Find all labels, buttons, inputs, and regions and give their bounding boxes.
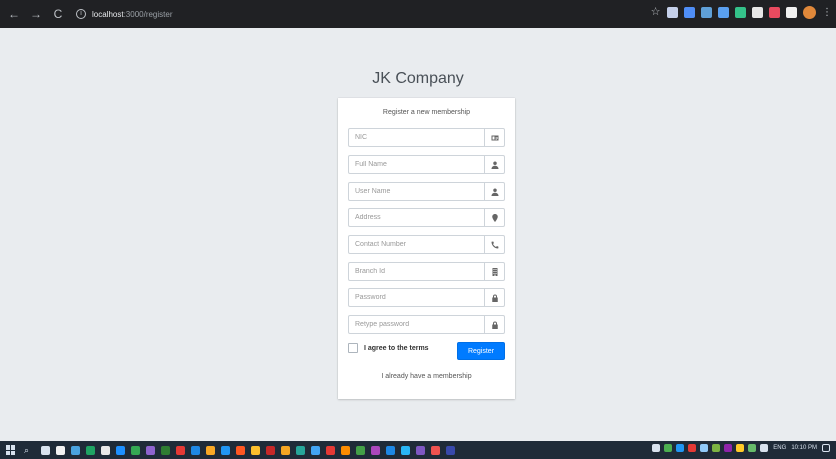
taskbar-app-icon[interactable] [146, 445, 155, 455]
lock-icon [484, 316, 504, 333]
register-card: Register a new membership NIC Full Name … [338, 98, 515, 399]
forward-icon[interactable]: → [28, 6, 44, 22]
extensions-area: ☆ ⋮ [650, 6, 832, 19]
map-marker-icon [484, 209, 504, 226]
taskbar-app-icon[interactable] [446, 445, 455, 455]
tray-icons [652, 444, 769, 452]
taskbar-app-icon[interactable] [56, 445, 65, 455]
taskbar-app-icon[interactable] [101, 445, 110, 455]
contact-number-input[interactable] [349, 236, 484, 253]
taskbar-app-icon[interactable] [161, 445, 170, 455]
tray-icon[interactable] [724, 444, 733, 452]
taskbar-app-icon[interactable] [431, 445, 440, 455]
branch-id-input[interactable] [349, 263, 484, 280]
tray-icon[interactable] [664, 444, 673, 452]
taskbar-app-icon[interactable] [41, 445, 50, 455]
user-icon [484, 156, 504, 173]
windows-start-icon[interactable] [6, 445, 16, 455]
agree-terms-label[interactable]: I agree to the terms [364, 345, 429, 352]
extension-icon[interactable] [786, 7, 797, 18]
tray-icon[interactable] [676, 444, 685, 452]
extension-icon[interactable] [769, 7, 780, 18]
extension-icon[interactable] [752, 7, 763, 18]
register-button[interactable]: Register [457, 342, 505, 360]
password-input[interactable] [349, 289, 484, 306]
taskbar-app-icon[interactable] [371, 445, 380, 455]
taskbar-app-icon[interactable] [86, 445, 95, 455]
taskbar-app-icon[interactable] [386, 445, 395, 455]
browser-menu-icon[interactable]: ⋮ [822, 7, 832, 18]
taskbar-app-icon[interactable] [71, 445, 80, 455]
retype-password-input[interactable] [349, 316, 484, 333]
notification-icon[interactable] [822, 444, 830, 452]
retype-password-field [348, 315, 505, 334]
reload-icon[interactable]: C [50, 6, 66, 22]
tray-icon[interactable] [748, 444, 757, 452]
taskbar-app-icon[interactable] [281, 445, 290, 455]
taskbar-app-icon[interactable] [236, 445, 245, 455]
tray-icon[interactable] [736, 444, 745, 452]
brand-title: JK Company [372, 70, 464, 87]
clock[interactable]: 10:10 PM [791, 445, 817, 451]
address-field [348, 208, 505, 227]
tray-icon[interactable] [712, 444, 721, 452]
language-indicator[interactable]: ENG [773, 445, 786, 451]
login-link[interactable]: I already have a membership [338, 373, 515, 380]
back-icon[interactable]: ← [6, 6, 22, 22]
agree-terms: I agree to the terms [348, 343, 429, 353]
agree-terms-checkbox[interactable] [348, 343, 358, 353]
nic-input[interactable] [349, 129, 484, 146]
taskbar-app-icon[interactable] [296, 445, 305, 455]
taskbar-search-icon[interactable]: ⌕ [24, 445, 32, 456]
user-icon [484, 183, 504, 200]
taskbar-app-icon[interactable] [221, 445, 230, 455]
tray-icon[interactable] [652, 444, 661, 452]
taskbar-app-icon[interactable] [356, 445, 365, 455]
url-host: localhost [92, 9, 124, 19]
full-name-field [348, 155, 505, 174]
id-card-icon [484, 129, 504, 146]
taskbar-app-icon[interactable] [401, 445, 410, 455]
extension-icon[interactable] [667, 7, 678, 18]
site-info-icon[interactable]: i [76, 9, 86, 19]
taskbar-app-icon[interactable] [416, 445, 425, 455]
taskbar-app-icon[interactable] [311, 445, 320, 455]
extension-icon[interactable] [701, 7, 712, 18]
taskbar-app-icon[interactable] [266, 445, 275, 455]
tray-icon[interactable] [700, 444, 709, 452]
branch-id-field [348, 262, 505, 281]
taskbar-app-icon[interactable] [191, 445, 200, 455]
extension-icon[interactable] [718, 7, 729, 18]
system-tray: ENG 10:10 PM [652, 444, 830, 452]
taskbar-app-icon[interactable] [131, 445, 140, 455]
building-icon [484, 263, 504, 280]
taskbar-app-icon[interactable] [341, 445, 350, 455]
password-field [348, 288, 505, 307]
taskbar-apps [41, 445, 461, 455]
url-path: :3000/register [123, 9, 173, 19]
nic-field [348, 128, 505, 147]
taskbar-app-icon[interactable] [206, 445, 215, 455]
taskbar-app-icon[interactable] [251, 445, 260, 455]
lock-icon [484, 289, 504, 306]
taskbar: ⌕ ENG 10:10 PM [0, 441, 836, 459]
taskbar-app-icon[interactable] [176, 445, 185, 455]
taskbar-app-icon[interactable] [116, 445, 125, 455]
bookmark-star-icon[interactable]: ☆ [650, 7, 661, 18]
full-name-input[interactable] [349, 156, 484, 173]
tray-icon[interactable] [688, 444, 697, 452]
extension-icon[interactable] [684, 7, 695, 18]
tray-icon[interactable] [760, 444, 769, 452]
phone-icon [484, 236, 504, 253]
user-name-field [348, 182, 505, 201]
user-name-input[interactable] [349, 183, 484, 200]
address-input[interactable] [349, 209, 484, 226]
taskbar-app-icon[interactable] [326, 445, 335, 455]
extension-icon[interactable] [735, 7, 746, 18]
profile-avatar[interactable] [803, 6, 816, 19]
register-box-message: Register a new membership [382, 109, 471, 116]
address-bar[interactable]: i localhost:3000/register [76, 4, 173, 24]
contact-number-field [348, 235, 505, 254]
browser-toolbar: ← → C i localhost:3000/register ☆ ⋮ [0, 0, 836, 28]
